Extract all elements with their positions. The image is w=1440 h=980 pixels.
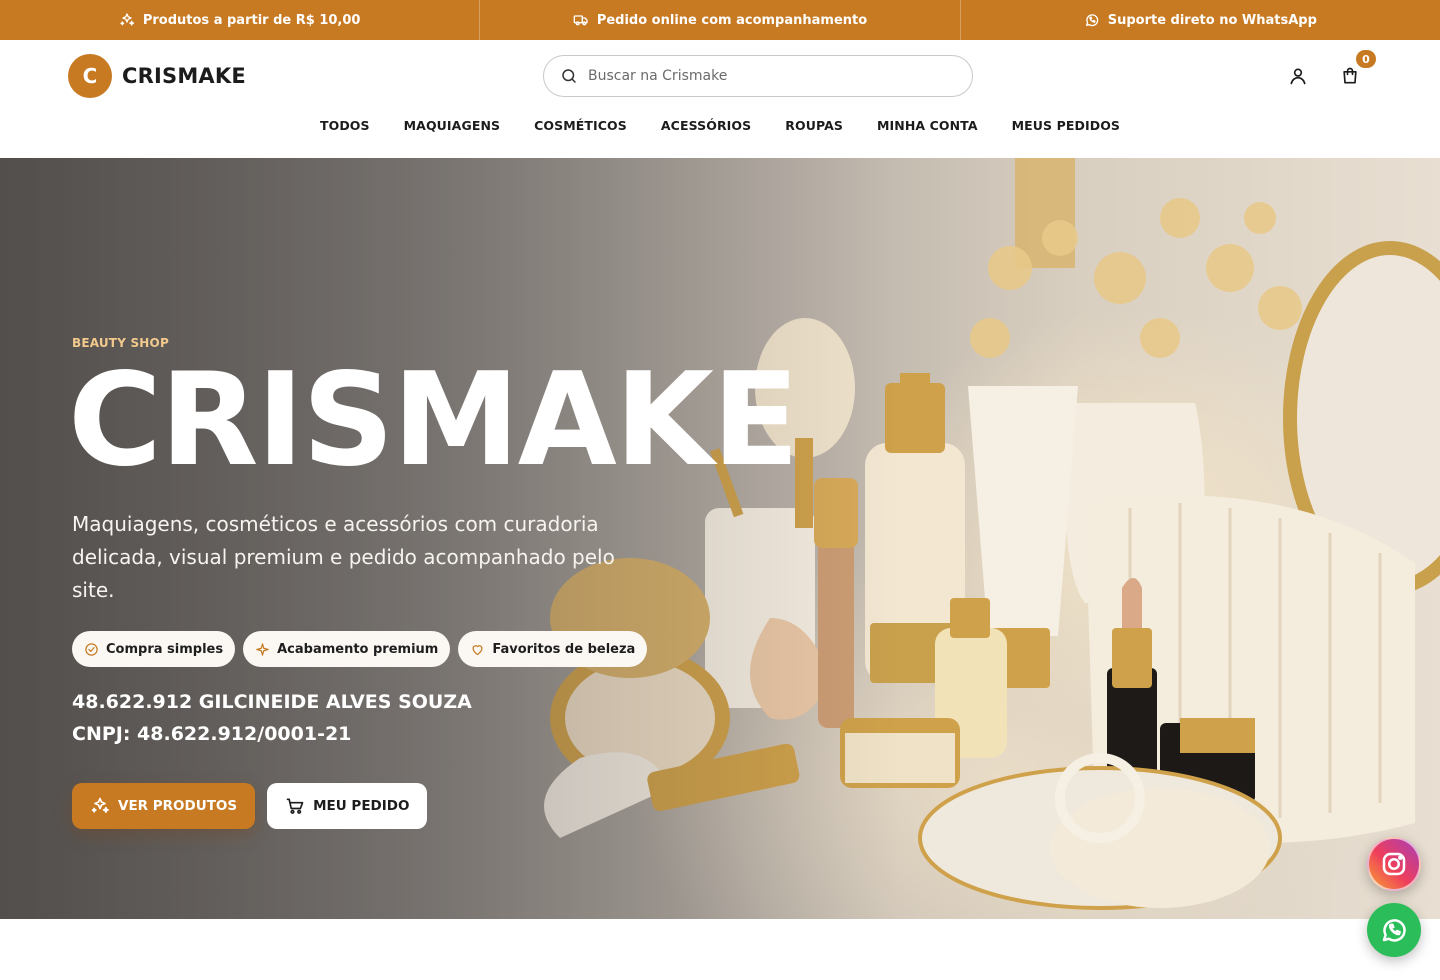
sparkles-icon <box>91 797 109 813</box>
nav-item-acessorios[interactable]: ACESSÓRIOS <box>661 118 751 133</box>
whatsapp-icon <box>1085 14 1098 27</box>
nav-item-maquiagens[interactable]: MAQUIAGENS <box>404 118 500 133</box>
logo-text: CRISMAKE <box>122 64 246 88</box>
view-products-label: VER PRODUTOS <box>118 798 238 814</box>
chip-label: Acabamento premium <box>277 641 439 657</box>
search-bar[interactable] <box>543 55 973 97</box>
chip-acabamento-premium: Acabamento premium <box>243 631 451 667</box>
cart-button[interactable] <box>1338 64 1362 88</box>
hero-title: CRISMAKE <box>68 346 799 495</box>
search-icon <box>562 69 576 83</box>
hero-subtitle: Maquiagens, cosméticos e acessórios com … <box>72 512 615 602</box>
announcement-label: Pedido online com acompanhamento <box>596 12 868 28</box>
sparkles-icon <box>120 13 134 26</box>
hero-banner: BEAUTY SHOP CRISMAKE Maquiagens, cosméti… <box>0 158 1440 919</box>
hero-actions: VER PRODUTOS MEU PEDIDO <box>72 783 428 829</box>
announcement-item-tracking: Pedido online com acompanhamento <box>480 0 961 40</box>
my-order-button[interactable]: MEU PEDIDO <box>267 783 428 829</box>
announcement-item-prices: Produtos a partir de R$ 10,00 <box>0 0 481 40</box>
nav-item-cosmeticos[interactable]: COSMÉTICOS <box>534 118 627 133</box>
logo-mark: C <box>68 54 112 98</box>
shopping-bag-icon <box>1343 67 1357 84</box>
announcement-bar: Produtos a partir de R$ 10,00 Pedido onl… <box>0 0 1440 40</box>
company-cnpj: CNPJ: 48.622.912/0001-21 <box>72 723 352 745</box>
logo[interactable]: C CRISMAKE <box>68 54 246 98</box>
site-header: C CRISMAKE 0 TODOS MAQUIAGENS COSMÉTICOS… <box>0 40 1440 158</box>
instagram-icon <box>1382 852 1406 876</box>
announcement-label: Produtos a partir de R$ 10,00 <box>142 12 361 28</box>
announcement-label: Suporte direto no WhatsApp <box>1107 12 1317 28</box>
instagram-float-button[interactable] <box>1367 837 1421 891</box>
chip-compra-simples: Compra simples <box>72 631 236 667</box>
whatsapp-float-button[interactable] <box>1367 903 1421 957</box>
company-info: 48.622.912 GILCINEIDE ALVES SOUZA CNPJ: … <box>72 686 472 750</box>
chip-label: Compra simples <box>106 641 224 657</box>
check-circle-icon <box>85 642 98 656</box>
whatsapp-icon <box>1382 919 1406 942</box>
nav-item-roupas[interactable]: ROUPAS <box>785 118 843 133</box>
chip-favoritos-beleza: Favoritos de beleza <box>458 631 648 667</box>
truck-icon <box>573 15 588 26</box>
my-order-label: MEU PEDIDO <box>313 798 410 814</box>
user-icon <box>1290 68 1306 85</box>
hero-feature-chips: Compra simples Acabamento premium Favori… <box>72 631 648 667</box>
search-input[interactable] <box>588 68 928 84</box>
cart-icon <box>286 798 304 814</box>
chip-label: Favoritos de beleza <box>492 641 636 657</box>
company-name: 48.622.912 GILCINEIDE ALVES SOUZA <box>72 691 472 713</box>
announcement-item-support: Suporte direto no WhatsApp <box>961 0 1440 40</box>
nav-item-minha-conta[interactable]: MINHA CONTA <box>877 118 978 133</box>
main-nav: TODOS MAQUIAGENS COSMÉTICOS ACESSÓRIOS R… <box>0 118 1440 133</box>
sparkle-icon <box>256 642 269 656</box>
nav-item-meus-pedidos[interactable]: MEUS PEDIDOS <box>1012 118 1120 133</box>
cart-count-badge: 0 <box>1356 50 1376 68</box>
account-button[interactable] <box>1286 64 1310 88</box>
nav-item-todos[interactable]: TODOS <box>320 118 370 133</box>
view-products-button[interactable]: VER PRODUTOS <box>72 783 256 829</box>
heart-icon <box>472 644 483 655</box>
